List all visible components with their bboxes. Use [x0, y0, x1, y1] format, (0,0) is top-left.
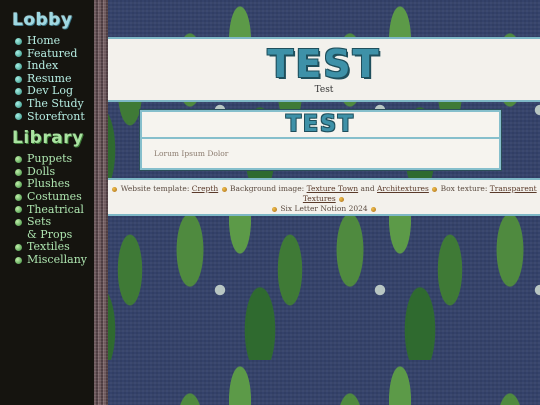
lobby-nav: Home Featured Index Resume Dev Log The S…	[12, 34, 94, 124]
and-text: and	[360, 184, 375, 193]
orb-bullet-icon	[15, 88, 22, 96]
orb-bullet-icon	[15, 113, 22, 121]
architextures-link[interactable]: Architextures	[377, 184, 429, 193]
orb-bullet-icon	[15, 168, 22, 176]
copyright-text: Six Letter Notion 2024	[280, 204, 368, 213]
box-body-text: Lorum Ipsum Dolor	[154, 149, 229, 158]
orb-bullet-icon	[15, 100, 22, 108]
credits-line: Website template: Crepth Background imag…	[108, 184, 540, 204]
copyright-line: Six Letter Notion 2024	[108, 204, 540, 214]
sidebar-item-label[interactable]: Costumes	[27, 190, 82, 204]
sidebar-border-texture	[94, 0, 108, 405]
page-title: TEST	[267, 42, 381, 86]
gold-dot-icon	[112, 186, 118, 192]
lobby-heading: Lobby	[12, 10, 73, 30]
sidebar-item-home[interactable]: Home	[15, 34, 94, 48]
sidebar-item-label[interactable]: Index	[27, 60, 58, 73]
sidebar-item-label[interactable]: Storefront	[27, 110, 85, 124]
gold-dot-icon	[221, 186, 227, 192]
orb-bullet-icon	[15, 155, 22, 163]
background-label: Background image:	[229, 184, 305, 193]
sidebar-item-storefront[interactable]: Storefront	[15, 110, 94, 124]
orb-bullet-icon	[15, 206, 22, 214]
page-subtitle: Test	[314, 85, 334, 95]
library-nav: Puppets Dolls Plushes Costumes Theatrica…	[12, 153, 94, 266]
sidebar-item-label[interactable]: Sets	[27, 216, 51, 229]
sidebar-item-index[interactable]: Index	[15, 60, 94, 73]
gold-dot-icon	[432, 186, 438, 192]
orb-bullet-icon	[15, 37, 22, 45]
sidebar-item-sets[interactable]: Sets	[15, 216, 94, 229]
header-banner: TEST Test	[108, 37, 540, 102]
box-texture-label: Box texture:	[440, 184, 488, 193]
gold-dot-icon	[271, 206, 277, 212]
sidebar: Lobby Home Featured Index Resume Dev Log…	[0, 0, 94, 405]
texture-town-link[interactable]: Texture Town	[307, 184, 359, 193]
orb-bullet-icon	[15, 181, 22, 189]
box-title: TEST	[142, 112, 499, 139]
gold-dot-icon	[339, 196, 345, 202]
orb-bullet-icon	[15, 50, 22, 58]
template-label: Website template:	[120, 184, 190, 193]
orb-bullet-icon	[15, 75, 22, 83]
gold-dot-icon	[371, 206, 377, 212]
template-link[interactable]: Crepth	[192, 184, 218, 193]
orb-bullet-icon	[15, 193, 22, 201]
sidebar-item-label[interactable]: Home	[27, 34, 60, 48]
sidebar-item-the-study[interactable]: The Study	[15, 97, 94, 111]
footer-credits: Website template: Crepth Background imag…	[108, 178, 540, 216]
orb-bullet-icon	[15, 244, 22, 252]
library-heading: Library	[12, 128, 84, 149]
orb-bullet-icon	[15, 256, 22, 264]
orb-bullet-icon	[15, 62, 22, 70]
sidebar-item-label[interactable]: Miscellany	[27, 253, 87, 267]
sidebar-item-puppets[interactable]: Puppets	[15, 153, 94, 166]
content-box: TEST Lorum Ipsum Dolor	[140, 110, 501, 170]
sidebar-item-label[interactable]: Puppets	[27, 153, 72, 166]
sidebar-item-miscellany[interactable]: Miscellany	[15, 253, 94, 267]
sidebar-item-costumes[interactable]: Costumes	[15, 190, 94, 204]
sidebar-item-label[interactable]: The Study	[27, 97, 84, 111]
orb-bullet-icon	[15, 218, 22, 226]
